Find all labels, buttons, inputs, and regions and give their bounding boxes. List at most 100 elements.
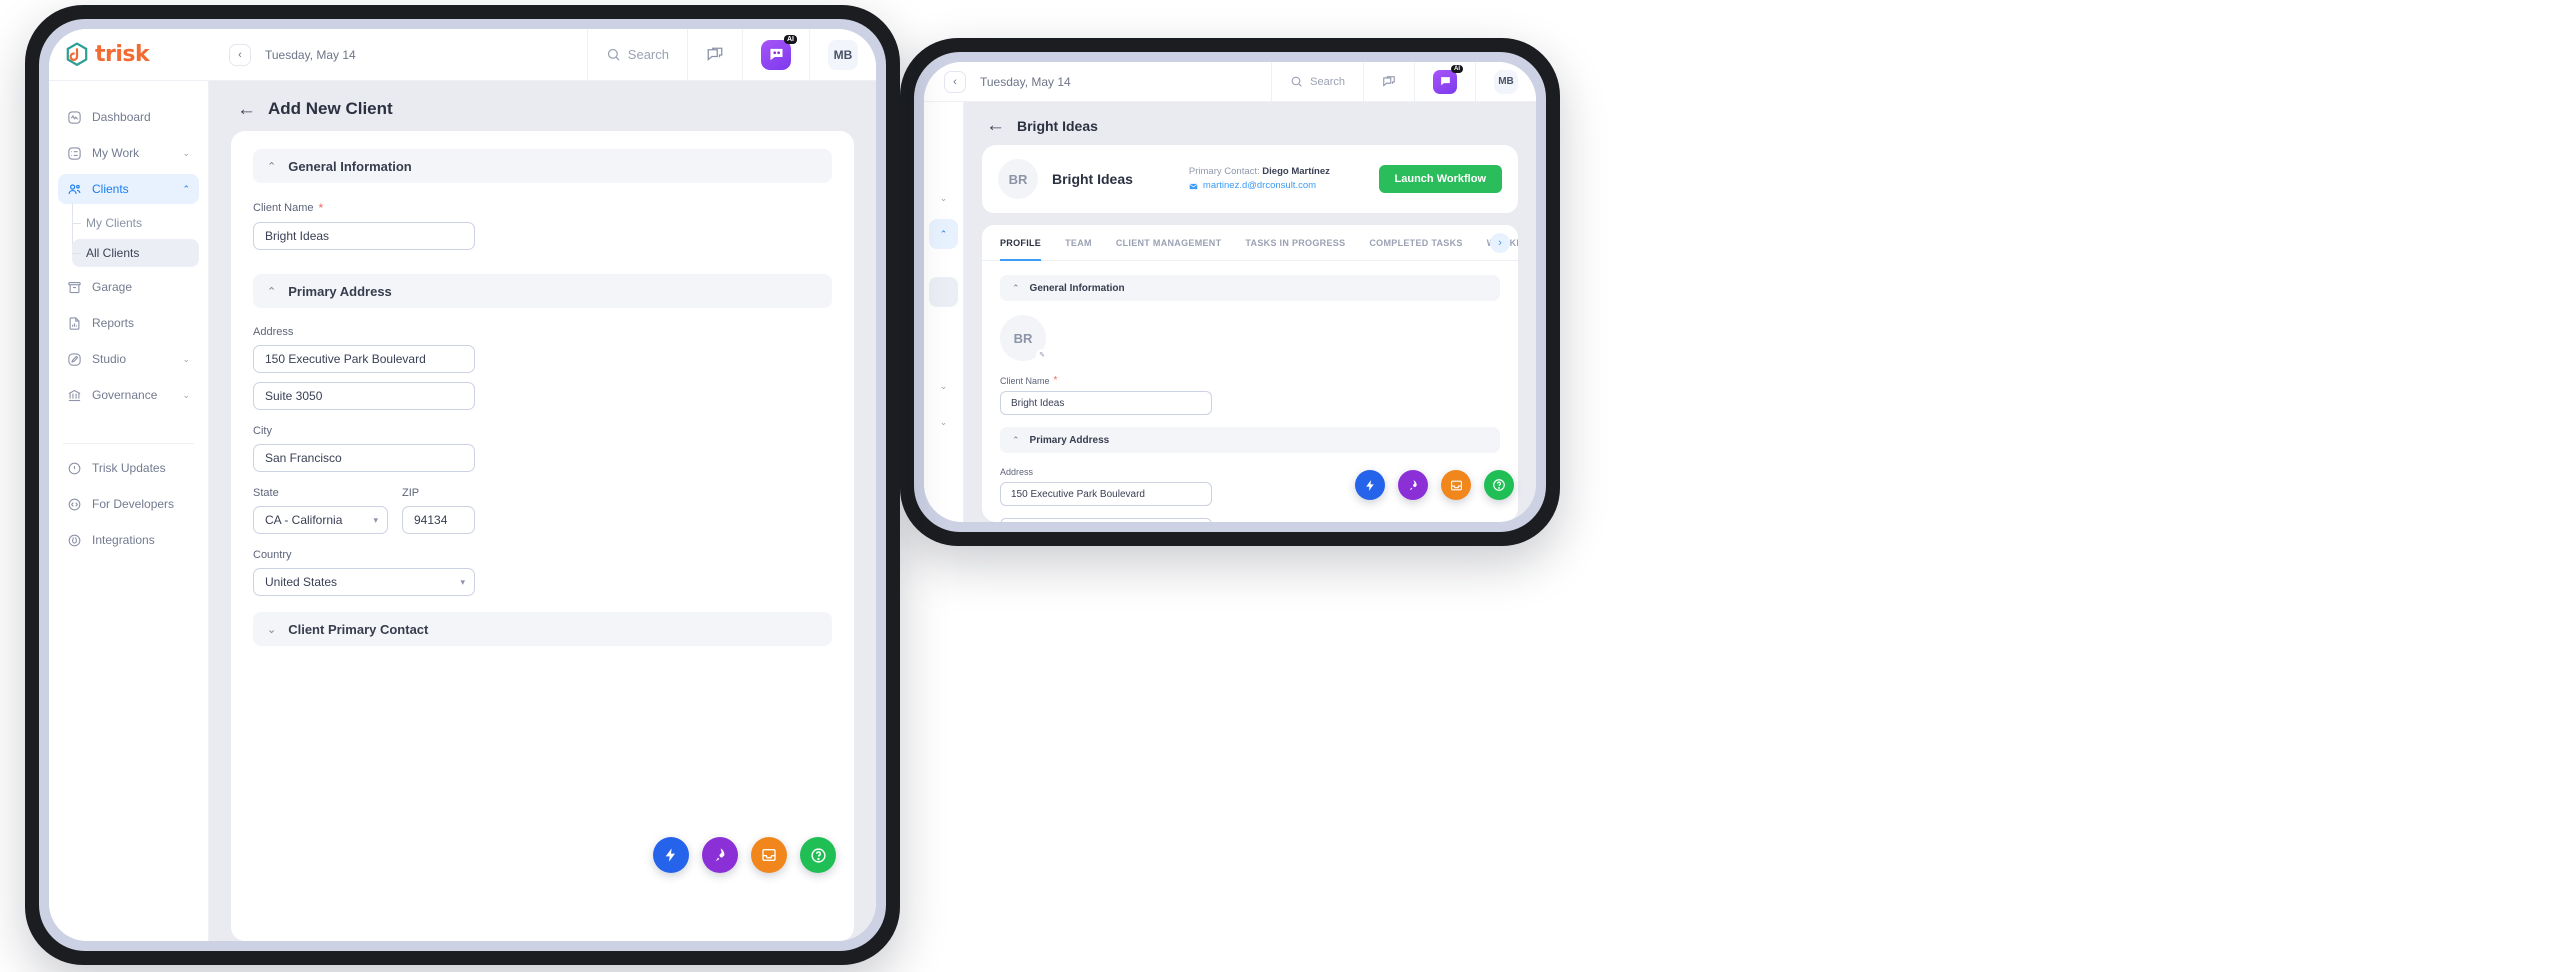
sidebar-collapse-button-a[interactable]: ‹ — [229, 43, 251, 66]
chevron-down-icon-state: ▾ — [373, 514, 378, 525]
section-client-primary-contact[interactable]: ⌄ Client Primary Contact — [253, 612, 832, 646]
sidebar-item-my-work-b[interactable]: ⌄ — [929, 183, 958, 213]
country-select[interactable]: United States ▾ — [253, 568, 475, 596]
zip-input[interactable]: 94134 — [402, 506, 475, 534]
sidebar-item-governance[interactable]: Governance ⌄ — [58, 380, 199, 410]
client-detail-card: BR Bright Ideas Primary Contact: Diego M… — [982, 145, 1518, 522]
rocket-fab-a[interactable] — [702, 837, 738, 873]
city-input[interactable]: San Francisco — [253, 444, 475, 472]
address-line2-input-b[interactable]: Suite 3050 — [1000, 518, 1212, 522]
lightning-fab-a[interactable] — [653, 837, 689, 873]
code-icon — [67, 497, 82, 512]
tab-tasks-in-progress[interactable]: TASKS IN PROGRESS — [1245, 225, 1345, 260]
sidebar-subitem-all-clients[interactable]: All Clients — [72, 239, 199, 267]
ai-assistant-button-b[interactable]: AI — [1414, 62, 1475, 101]
page-head-b: ← Bright Ideas — [964, 102, 1536, 145]
chat-icon — [1383, 75, 1395, 87]
sidebar-item-label-clients: Clients — [92, 182, 129, 196]
body-row-b: ⌄ ⌃ ⌄ ⌄ ← Bright Ideas BR Bright Ideas P… — [924, 102, 1536, 522]
primary-contact-label: Primary Contact: — [1188, 165, 1260, 177]
sidebar-item-my-work[interactable]: My Work ⌄ — [58, 138, 199, 168]
lightning-fab-b[interactable] — [1355, 470, 1385, 500]
sidebar-item-clients-b[interactable]: ⌃ — [929, 219, 958, 249]
bank-icon — [67, 388, 82, 403]
sidebar-subitem-all-clients-b[interactable] — [929, 277, 958, 307]
state-select[interactable]: CA - California ▾ — [253, 506, 388, 534]
sidebar-item-governance-b[interactable]: ⌄ — [929, 407, 958, 437]
sidebar-item-dashboard[interactable]: Dashboard — [58, 102, 199, 132]
rocket-fab-b[interactable] — [1398, 470, 1428, 500]
sidebar-item-garage[interactable]: Garage — [58, 272, 199, 302]
sidebar-item-label-governance: Governance — [92, 388, 158, 402]
sidebar-item-label-integrations: Integrations — [92, 533, 155, 547]
address-line1-input[interactable]: 150 Executive Park Boulevard — [253, 345, 475, 373]
sidebar-item-label-for-developers: For Developers — [92, 497, 175, 511]
rocket-icon-a — [715, 848, 725, 862]
client-name-input[interactable]: Bright Ideas — [253, 222, 475, 250]
section-title-address-b: Primary Address — [1029, 434, 1110, 446]
address-line1-input-b[interactable]: 150 Executive Park Boulevard — [1000, 482, 1212, 506]
client-name-input-b[interactable]: Bright Ideas — [1000, 391, 1212, 415]
inbox-fab-b[interactable] — [1441, 470, 1471, 500]
address-line2-input[interactable]: Suite 3050 — [253, 382, 475, 410]
chevron-down-icon-governance: ⌄ — [182, 389, 190, 400]
sidebar-divider — [63, 443, 194, 444]
ai-avatar-a: AI — [761, 34, 797, 70]
sidebar-item-for-developers[interactable]: For Developers — [58, 489, 199, 519]
date-label-a: Tuesday, May 14 — [265, 47, 356, 62]
lightning-icon-b — [1365, 479, 1374, 491]
search-icon — [1291, 76, 1302, 87]
sidebar-subitem-my-clients[interactable]: My Clients — [72, 209, 199, 237]
back-arrow-icon-a[interactable]: ← — [237, 100, 256, 119]
date-label-b: Tuesday, May 14 — [980, 74, 1071, 89]
tab-profile[interactable]: PROFILE — [1000, 225, 1042, 261]
country-label: Country — [253, 549, 292, 561]
search-label-b: Search — [1310, 75, 1345, 88]
sidebar-item-integrations[interactable]: Integrations — [58, 525, 199, 555]
fab-group-b — [1355, 470, 1514, 500]
primary-contact-email-link[interactable]: martinez.d@drconsult.com — [1189, 179, 1330, 193]
user-menu-a[interactable]: MB — [809, 29, 876, 80]
sidebar-item-reports[interactable]: Reports — [58, 308, 199, 338]
sidebar-collapse-button-b[interactable]: ‹ — [944, 70, 966, 93]
help-fab-a[interactable] — [800, 837, 836, 873]
page-title-b: Bright Ideas — [1017, 117, 1098, 134]
section-primary-address[interactable]: ⌃ Primary Address — [253, 274, 832, 308]
topbar-a: trisk ‹ Tuesday, May 14 Search AI MB — [49, 29, 876, 81]
section-general-information[interactable]: ⌃ General Information — [253, 149, 832, 183]
help-fab-b[interactable] — [1484, 470, 1514, 500]
ai-chat-icon — [769, 48, 783, 61]
sidebar-item-trisk-updates[interactable]: Trisk Updates — [58, 453, 199, 483]
chat-icon — [707, 47, 723, 61]
launch-workflow-button[interactable]: Launch Workflow — [1378, 165, 1502, 193]
topbar-right-a: Search AI MB — [586, 29, 876, 80]
device-b-bezel: ‹ Tuesday, May 14 Search AI MB ⌄ ⌃ ⌄ ⌄ ←… — [914, 52, 1546, 532]
tab-completed-tasks[interactable]: COMPLETED TASKS — [1369, 225, 1462, 260]
sidebar-item-studio-b[interactable]: ⌄ — [929, 371, 958, 401]
inbox-fab-a[interactable] — [751, 837, 787, 873]
back-arrow-icon-b[interactable]: ← — [986, 116, 1005, 135]
edit-pencil-icon[interactable]: ✎ — [1036, 349, 1048, 361]
messages-button-b[interactable] — [1363, 62, 1414, 101]
search-button-b[interactable]: Search — [1271, 62, 1363, 101]
inbox-icon-a — [762, 849, 776, 861]
tab-client-management[interactable]: CLIENT MANAGEMENT — [1116, 225, 1222, 260]
client-logo-upload[interactable]: BR ✎ — [1000, 315, 1048, 361]
checklist-icon — [67, 146, 82, 161]
section-general-information-b[interactable]: ⌃ General Information — [1000, 275, 1500, 301]
tab-team[interactable]: TEAM — [1065, 225, 1092, 260]
brand-name: trisk — [95, 42, 150, 67]
rocket-icon-b — [1409, 479, 1417, 490]
sidebar-item-studio[interactable]: Studio ⌄ — [58, 344, 199, 374]
messages-button-a[interactable] — [687, 29, 742, 80]
brand-logo[interactable]: trisk — [49, 41, 209, 68]
search-button-a[interactable]: Search — [586, 29, 687, 80]
user-menu-b[interactable]: MB — [1475, 62, 1536, 101]
ai-assistant-button-a[interactable]: AI — [742, 29, 809, 80]
screenshot-root: ‹ Tuesday, May 14 Search AI MB ⌄ ⌃ ⌄ ⌄ ←… — [0, 0, 2560, 972]
section-primary-address-b[interactable]: ⌃ Primary Address — [1000, 427, 1500, 453]
tabs-next-button[interactable]: › — [1490, 232, 1510, 253]
sidebar-item-clients[interactable]: Clients ⌃ — [58, 174, 199, 204]
main-a: ← Add New Client ⌃ General Information C… — [209, 81, 876, 941]
add-client-form-card: ⌃ General Information Client Name * Brig… — [231, 131, 854, 941]
